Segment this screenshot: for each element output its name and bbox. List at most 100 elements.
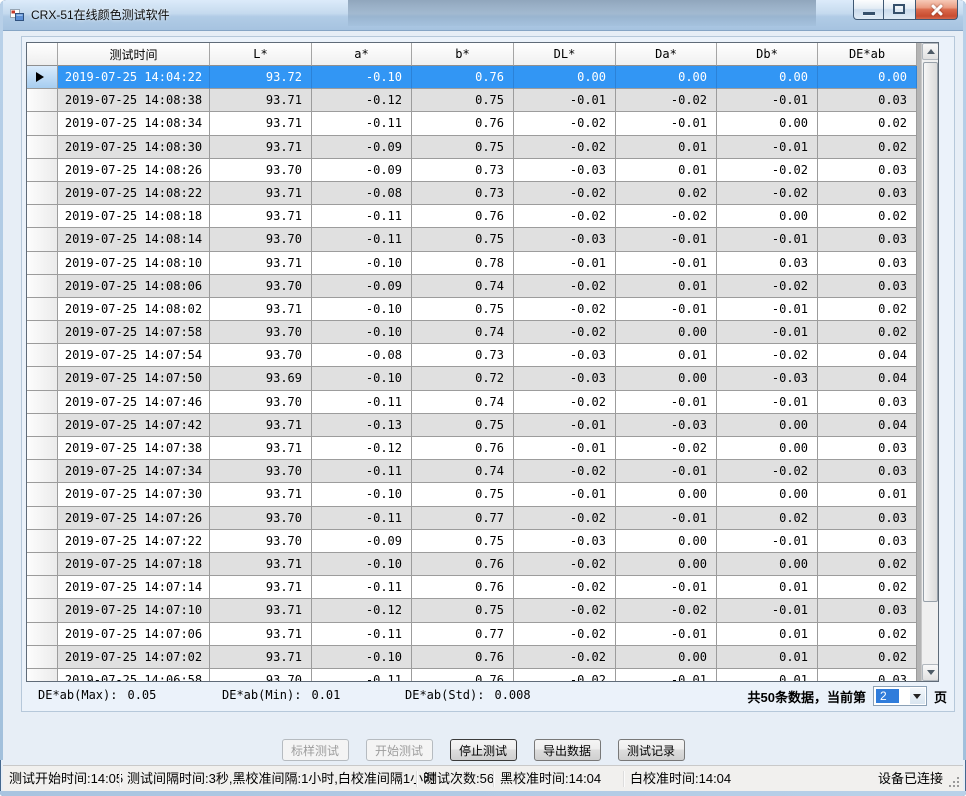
cell[interactable]: 2019-07-25 14:07:02 (58, 646, 210, 669)
cell[interactable]: 0.04 (818, 414, 917, 437)
cell[interactable]: 0.74 (412, 321, 514, 344)
row-selector[interactable] (27, 460, 58, 483)
cell[interactable]: -0.10 (312, 646, 412, 669)
cell[interactable]: 0.02 (818, 646, 917, 669)
row-selector[interactable] (27, 182, 58, 205)
cell[interactable]: 0.00 (616, 483, 717, 506)
row-selector[interactable] (27, 553, 58, 576)
table-row[interactable]: 2019-07-25 14:08:0293.71-0.100.75-0.02-0… (27, 298, 917, 321)
cell[interactable]: 93.70 (210, 507, 312, 530)
cell[interactable]: 0.00 (616, 66, 717, 89)
cell[interactable]: 0.03 (818, 599, 917, 622)
cell[interactable]: 0.03 (818, 228, 917, 251)
cell[interactable]: 0.77 (412, 507, 514, 530)
cell[interactable]: 93.70 (210, 321, 312, 344)
cell[interactable]: -0.01 (616, 623, 717, 646)
cell[interactable]: -0.01 (717, 89, 818, 112)
cell[interactable]: -0.12 (312, 89, 412, 112)
table-row[interactable]: 2019-07-25 14:08:3893.71-0.120.75-0.01-0… (27, 89, 917, 112)
table-row[interactable]: 2019-07-25 14:07:2293.70-0.090.75-0.030.… (27, 530, 917, 553)
cell[interactable]: 0.03 (818, 669, 917, 682)
cell[interactable]: 0.74 (412, 460, 514, 483)
cell[interactable]: -0.01 (514, 483, 616, 506)
row-selector[interactable] (27, 576, 58, 599)
cell[interactable]: -0.02 (717, 460, 818, 483)
table-row[interactable]: 2019-07-25 14:08:2693.70-0.090.73-0.030.… (27, 159, 917, 182)
cell[interactable]: 0.01 (616, 275, 717, 298)
cell[interactable]: -0.02 (514, 298, 616, 321)
cell[interactable]: -0.09 (312, 159, 412, 182)
cell[interactable]: -0.02 (514, 136, 616, 159)
cell[interactable]: -0.11 (312, 623, 412, 646)
row-selector[interactable] (27, 136, 58, 159)
cell[interactable]: 93.71 (210, 252, 312, 275)
cell[interactable]: -0.03 (514, 159, 616, 182)
cell[interactable]: 0.73 (412, 159, 514, 182)
cell[interactable]: 0.02 (818, 136, 917, 159)
cell[interactable]: 0.02 (818, 553, 917, 576)
cell[interactable]: -0.09 (312, 275, 412, 298)
cell[interactable]: 93.71 (210, 576, 312, 599)
cell[interactable]: 93.71 (210, 623, 312, 646)
table-row[interactable]: 2019-07-25 14:07:5493.70-0.080.73-0.030.… (27, 344, 917, 367)
cell[interactable]: 2019-07-25 14:07:42 (58, 414, 210, 437)
cell[interactable]: -0.10 (312, 367, 412, 390)
cell[interactable]: -0.01 (717, 530, 818, 553)
cell[interactable]: -0.02 (717, 159, 818, 182)
table-row[interactable]: 2019-07-25 14:07:3093.71-0.100.75-0.010.… (27, 483, 917, 506)
cell[interactable]: 0.04 (818, 367, 917, 390)
cell[interactable]: 0.76 (412, 553, 514, 576)
cell[interactable]: 0.77 (412, 623, 514, 646)
table-row[interactable]: 2019-07-25 14:08:1093.71-0.100.78-0.01-0… (27, 252, 917, 275)
cell[interactable]: -0.11 (312, 576, 412, 599)
stop-test-button[interactable]: 停止测试 (450, 739, 517, 761)
cell[interactable]: -0.02 (717, 344, 818, 367)
cell[interactable]: -0.02 (514, 507, 616, 530)
cell[interactable]: -0.02 (616, 437, 717, 460)
cell[interactable]: 0.73 (412, 344, 514, 367)
scroll-down-button[interactable] (922, 664, 939, 681)
cell[interactable]: -0.01 (514, 414, 616, 437)
cell[interactable]: 93.71 (210, 89, 312, 112)
cell[interactable]: -0.03 (514, 367, 616, 390)
cell[interactable]: 2019-07-25 14:07:50 (58, 367, 210, 390)
cell[interactable]: 2019-07-25 14:08:22 (58, 182, 210, 205)
cell[interactable]: -0.01 (616, 669, 717, 682)
cell[interactable]: -0.10 (312, 483, 412, 506)
cell[interactable]: -0.03 (514, 344, 616, 367)
export-data-button[interactable]: 导出数据 (534, 739, 601, 761)
cell[interactable]: -0.01 (616, 112, 717, 135)
cell[interactable]: 0.00 (717, 66, 818, 89)
cell[interactable]: 0.03 (818, 391, 917, 414)
row-selector[interactable] (27, 391, 58, 414)
cell[interactable]: 0.75 (412, 530, 514, 553)
cell[interactable]: -0.01 (616, 576, 717, 599)
cell[interactable]: 2019-07-25 14:07:30 (58, 483, 210, 506)
cell[interactable]: 2019-07-25 14:08:38 (58, 89, 210, 112)
row-selector[interactable] (27, 159, 58, 182)
cell[interactable]: 93.72 (210, 66, 312, 89)
cell[interactable]: -0.11 (312, 391, 412, 414)
cell[interactable]: 0.03 (818, 89, 917, 112)
row-selector[interactable] (27, 599, 58, 622)
table-row[interactable]: 2019-07-25 14:04:2293.72-0.100.760.000.0… (27, 66, 917, 89)
cell[interactable]: -0.01 (616, 252, 717, 275)
cell[interactable]: 93.70 (210, 159, 312, 182)
row-selector[interactable] (27, 414, 58, 437)
cell[interactable]: 93.71 (210, 414, 312, 437)
column-header-4[interactable]: DL* (514, 43, 616, 66)
row-selector[interactable] (27, 669, 58, 682)
cell[interactable]: 2019-07-25 14:08:14 (58, 228, 210, 251)
cell[interactable]: -0.02 (514, 623, 616, 646)
column-header-6[interactable]: Db* (717, 43, 818, 66)
cell[interactable]: 0.00 (717, 112, 818, 135)
cell[interactable]: -0.01 (616, 460, 717, 483)
cell[interactable]: 93.71 (210, 483, 312, 506)
table-row[interactable]: 2019-07-25 14:07:1493.71-0.110.76-0.02-0… (27, 576, 917, 599)
page-select[interactable]: 2 (873, 686, 927, 706)
cell[interactable]: 0.01 (818, 483, 917, 506)
table-row[interactable]: 2019-07-25 14:08:2293.71-0.080.73-0.020.… (27, 182, 917, 205)
cell[interactable]: 0.75 (412, 136, 514, 159)
cell[interactable]: 0.72 (412, 367, 514, 390)
cell[interactable]: 2019-07-25 14:07:54 (58, 344, 210, 367)
